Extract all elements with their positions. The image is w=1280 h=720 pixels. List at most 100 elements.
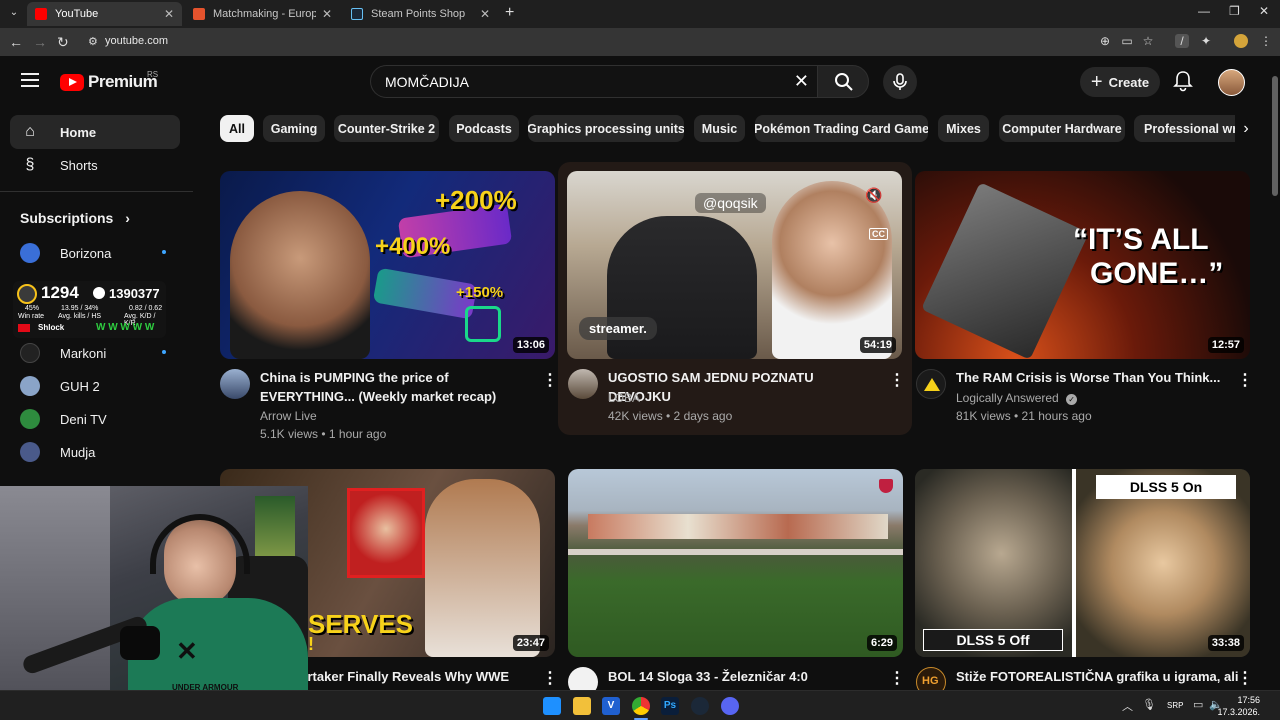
close-window-icon[interactable]: ✕ [1259,4,1269,18]
chip-gaming[interactable]: Gaming [263,115,325,142]
clear-search-icon[interactable]: ✕ [794,71,809,92]
channel-name[interactable]: LOBA [608,389,640,407]
url-text[interactable]: youtube.com [105,35,168,47]
voice-search-button[interactable] [883,65,917,99]
account-avatar[interactable] [1218,69,1245,96]
microphone-tray-icon[interactable]: 🎙 [1142,698,1156,711]
file-explorer-icon[interactable] [573,697,591,715]
search-button[interactable] [817,65,869,98]
subscriptions-header[interactable]: Subscriptions › [20,210,130,226]
site-info-icon[interactable]: ⚙ [88,35,98,48]
create-button[interactable]: + Create [1080,67,1160,97]
channel-avatar[interactable] [220,369,250,399]
mute-icon[interactable]: 🔇 [865,187,882,204]
back-icon[interactable]: ← [9,34,23,50]
channel-name-text: Logically Answered [956,391,1059,405]
stream-stats-overlay: 1294 1390377 45% Win rate 13.95 / 34% Av… [13,281,166,338]
chrome-icon[interactable] [632,697,650,715]
video-thumbnail[interactable]: @qoqsik streamer. 🔇 CC 54:19 [567,171,902,359]
notifications-bell-icon[interactable] [1172,70,1194,92]
chips-next-arrow-icon[interactable]: › [1235,115,1257,142]
chip-music[interactable]: Music [694,115,745,142]
video-title[interactable]: BOL 14 Sloga 33 - Železničar 4:0 [608,667,878,686]
more-actions-icon[interactable]: ⋮ [542,668,558,688]
more-actions-icon[interactable]: ⋮ [889,370,905,390]
video-title[interactable]: Stiže FOTOREALISTIČNA grafika u igrama, … [956,667,1238,686]
search-input[interactable]: MOMČADIJA ✕ [370,65,817,98]
extension-icon[interactable]: / [1175,34,1189,48]
video-title[interactable]: UGOSTIO SAM JEDNU POZNATU DEVOJKU [608,368,878,406]
more-actions-icon[interactable]: ⋮ [1237,668,1253,688]
minimize-icon[interactable]: — [1198,4,1210,18]
video-title[interactable]: China is PUMPING the price of EVERYTHING… [260,368,530,406]
browser-tab-steam[interactable]: Steam Points Shop ✕ [343,2,498,26]
sidebar-item-home[interactable]: ⌂ Home [10,115,180,149]
chip-computer-hardware[interactable]: Computer Hardware [999,115,1125,142]
chip-counter-strike-2[interactable]: Counter-Strike 2 [334,115,439,142]
close-tab-icon[interactable]: ✕ [164,7,174,21]
chevron-up-icon[interactable]: ︿ [1122,698,1133,714]
extensions-puzzle-icon[interactable]: ✦ [1199,34,1213,48]
video-duration: 12:57 [1207,337,1244,353]
photoshop-icon[interactable]: Ps [661,697,679,715]
cast-icon[interactable]: ▭ [1120,34,1134,48]
subscription-markoni[interactable]: Markoni [20,343,166,363]
maximize-icon[interactable]: ❐ [1229,4,1240,18]
forward-icon[interactable]: → [33,34,47,50]
omnibox[interactable]: ⚙ [80,31,1258,53]
video-thumbnail[interactable]: 6:29 [568,469,903,657]
chip-podcasts[interactable]: Podcasts [449,115,519,142]
youtube-premium-logo[interactable]: Premium [60,72,158,92]
vscode-icon[interactable]: V [602,697,620,715]
windows-start-icon[interactable] [543,697,561,715]
more-actions-icon[interactable]: ⋮ [889,668,905,688]
more-actions-icon[interactable]: ⋮ [1237,370,1253,390]
more-actions-icon[interactable]: ⋮ [542,370,558,390]
zoom-icon[interactable]: ⊕ [1098,34,1112,48]
chip-all[interactable]: All [220,115,254,142]
channel-avatar[interactable] [568,369,598,399]
browser-tab-matchmaking[interactable]: Matchmaking - Europe 5v5 Qu ✕ [185,2,340,26]
video-thumbnail[interactable]: +200% +400% +150% 13:06 [220,171,555,359]
sidebar-item-shorts[interactable]: § Shorts [10,148,180,182]
video-title[interactable]: The RAM Crisis is Worse Than You Think..… [956,368,1226,387]
subscription-mudja[interactable]: Mudja [20,442,95,462]
close-tab-icon[interactable]: ✕ [322,7,332,21]
discord-icon[interactable] [721,697,739,715]
channel-avatar[interactable] [916,369,946,399]
bookmark-star-icon[interactable]: ☆ [1141,34,1155,48]
chip-graphics-processing-units[interactable]: Graphics processing units [528,115,684,142]
chip-professional-wrestling[interactable]: Professional wrestling [1134,115,1244,142]
video-duration: 23:47 [512,635,549,651]
subscription-borizona[interactable]: Borizona [20,243,166,263]
browser-menu-icon[interactable]: ⋮ [1259,34,1273,48]
new-tab-button[interactable]: + [505,4,514,22]
close-tab-icon[interactable]: ✕ [480,7,490,21]
thumb-overlay-text: ! [308,634,314,654]
subscription-name: Markoni [60,345,107,361]
system-clock[interactable]: 17:56 17.3.2026. [1217,694,1260,718]
search-query[interactable]: MOMČADIJA [385,74,469,90]
browser-tab-youtube[interactable]: YouTube ✕ [27,2,182,26]
thumb-person [772,181,892,359]
profile-avatar-icon[interactable] [1234,34,1248,48]
video-thumbnail[interactable]: DLSS 5 On DLSS 5 Off 33:38 [915,469,1250,657]
subscription-deni-tv[interactable]: Deni TV [20,409,107,429]
chip-pokemon-tcg[interactable]: Pokémon Trading Card Game [755,115,928,142]
scrollbar-thumb[interactable] [1272,76,1278,196]
steam-icon[interactable] [691,697,709,715]
video-title[interactable]: Undertaker Finally Reveals Why WWE [275,667,525,686]
subscription-guh2[interactable]: GUH 2 [20,376,100,396]
hamburger-menu-icon[interactable] [21,73,39,87]
page-scrollbar[interactable] [1270,56,1280,690]
tab-search-button[interactable]: ⌄ [6,5,22,21]
language-indicator[interactable]: SRP [1167,701,1183,710]
captions-cc-icon[interactable]: CC [869,228,888,240]
channel-name[interactable]: Arrow Live [260,407,317,425]
channel-name[interactable]: Logically Answered ✓ [956,389,1078,407]
divider [0,191,193,192]
video-thumbnail[interactable]: “IT’S ALL GONE…” 12:57 [915,171,1250,359]
network-icon[interactable]: ▭ [1193,698,1203,711]
chip-mixes[interactable]: Mixes [938,115,989,142]
reload-icon[interactable]: ↻ [57,34,69,51]
